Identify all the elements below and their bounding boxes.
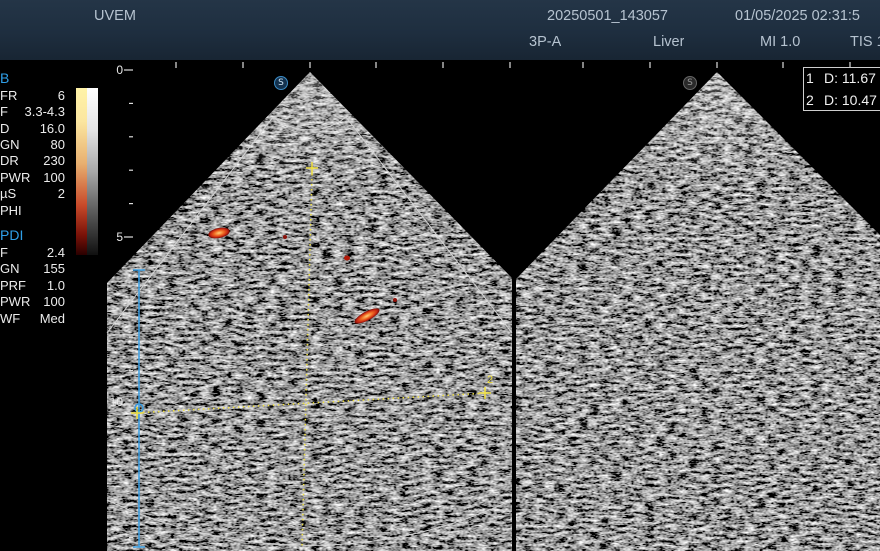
param-value: Med: [39, 311, 65, 326]
measurement-row-1: 1 D: 11.67: [806, 69, 880, 87]
pdi-row-gain: GN 155: [0, 261, 65, 277]
pdi-row-prf: PRF 1.0: [0, 278, 65, 294]
orientation-marker-left-icon: S: [274, 76, 288, 90]
measurement-results-box: 1 D: 11.67 2 D: 10.47: [803, 67, 880, 111]
param-value: 16.0: [39, 121, 65, 136]
doppler-color-map: [76, 88, 87, 255]
param-label: PRF: [0, 278, 26, 293]
measurement-index: 1: [806, 70, 814, 86]
caliper-2-label: 2: [487, 374, 494, 386]
right-sector-image: [516, 72, 880, 551]
param-value: 1.0: [46, 278, 65, 293]
pdi-mode-title: PDI: [0, 227, 24, 243]
b-mode-title: B: [0, 70, 10, 86]
exam-id: 20250501_143057: [547, 8, 668, 24]
depth-label-5: 5: [116, 230, 123, 244]
pdi-row-power: PWR 100: [0, 294, 65, 310]
color-map-bar: [76, 88, 98, 255]
depth-label-10: 10: [109, 395, 123, 409]
header-bar: UVEM 20250501_143057 01/05/2025 02:31:5 …: [0, 0, 880, 60]
param-value: 230: [43, 153, 65, 168]
pdi-row-wall-filter: WF Med: [0, 311, 65, 327]
date-time: 01/05/2025 02:31:5: [735, 8, 860, 24]
thermal-index: TIS 1: [850, 34, 880, 50]
param-row-gain: GN 80: [0, 137, 65, 153]
brand-label: UVEM: [94, 8, 136, 24]
orientation-marker-right-icon: S: [683, 76, 697, 90]
param-row-us: µS 2: [0, 186, 65, 202]
param-label: PWR: [0, 170, 31, 185]
measurement-row-2: 2 D: 10.47: [806, 91, 880, 109]
depth-label-0: 0: [116, 63, 123, 77]
param-label: GN: [0, 261, 20, 276]
measurement-value: D: 11.67: [824, 70, 876, 86]
flow-dot: [344, 255, 350, 261]
param-value: 3.3-4.3: [24, 104, 65, 119]
probe-name: 3P-A: [529, 34, 562, 50]
exam-preset: Liver: [653, 34, 685, 50]
param-label: F: [0, 245, 8, 260]
param-label: µS: [0, 186, 17, 201]
param-value: 6: [57, 88, 65, 103]
param-row-depth: D 16.0: [0, 121, 65, 137]
param-value: 155: [43, 261, 65, 276]
measurement-index: 2: [806, 92, 814, 108]
mechanical-index: MI 1.0: [760, 34, 801, 50]
param-label: F: [0, 104, 8, 119]
left-near-field-glow: [107, 72, 512, 551]
param-label: DR: [0, 153, 19, 168]
param-value: 80: [50, 137, 65, 152]
param-label: FR: [0, 88, 18, 103]
param-value: 2.4: [46, 245, 65, 260]
param-label: PWR: [0, 294, 31, 309]
param-row-power: PWR 100: [0, 170, 65, 186]
param-value: 100: [43, 170, 65, 185]
param-row-fr: FR 6: [0, 88, 65, 104]
param-row-phi: PHI: [0, 203, 65, 219]
measurement-value: D: 10.47: [824, 92, 877, 108]
param-value: 2: [57, 186, 65, 201]
param-value: 100: [43, 294, 65, 309]
param-label: WF: [0, 311, 21, 326]
ultrasound-display: [106, 62, 880, 551]
param-label: D: [0, 121, 10, 136]
flow-dot: [283, 235, 287, 239]
left-sector-image: [107, 72, 512, 551]
flow-dot: [393, 298, 397, 302]
param-label: GN: [0, 137, 20, 152]
param-row-dynamic-range: DR 230: [0, 153, 65, 169]
right-near-field-glow: [516, 72, 880, 551]
param-row-frequency: F 3.3-4.3: [0, 104, 65, 120]
grayscale-map: [87, 88, 98, 255]
pdi-row-frequency: F 2.4: [0, 245, 65, 261]
param-label: PHI: [0, 203, 22, 218]
